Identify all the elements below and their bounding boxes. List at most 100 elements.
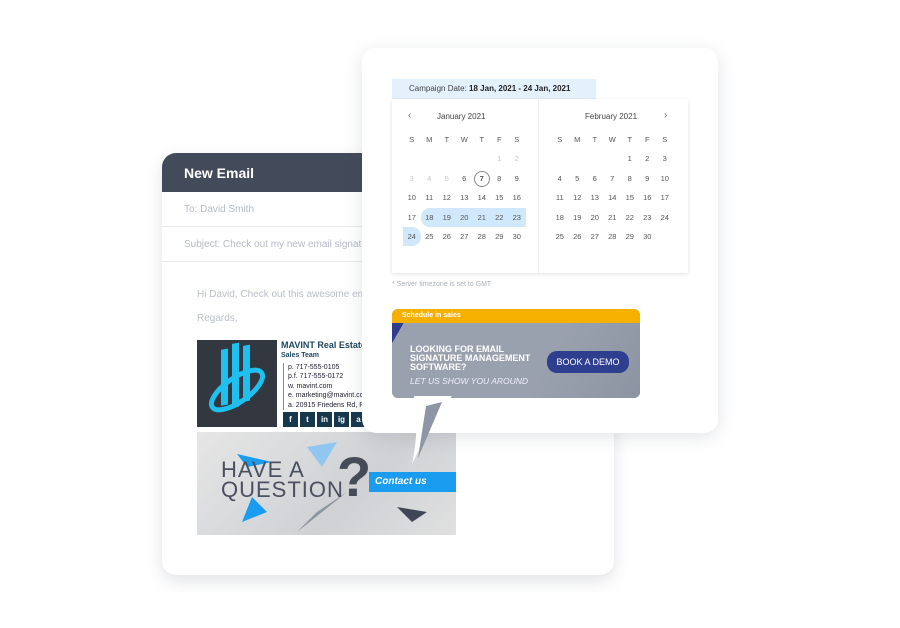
day-cell[interactable]: 3 — [403, 169, 421, 188]
day-cell[interactable]: 3 — [656, 149, 674, 168]
day-cell[interactable]: 9 — [508, 169, 526, 188]
day-cell[interactable]: 18 — [420, 207, 438, 227]
day-cell[interactable]: 21 — [604, 208, 622, 227]
day-cell[interactable]: 10 — [656, 169, 674, 188]
empty-cell — [551, 149, 569, 168]
signature-email[interactable]: e. marketing@mavint.com — [288, 391, 369, 400]
day-cell[interactable]: 25 — [421, 227, 439, 246]
signature-phone: p. 717-555-0105 — [288, 364, 340, 371]
day-cell[interactable]: 7 — [604, 169, 622, 188]
empty-cell — [421, 149, 439, 168]
day-cell[interactable]: 26 — [569, 227, 587, 246]
february-title: February 2021 — [585, 112, 638, 121]
banner-headline: HAVE A QUESTION — [221, 457, 344, 502]
twitter-icon[interactable]: t — [300, 412, 315, 427]
instagram-icon[interactable]: ig — [334, 412, 349, 427]
day-cell[interactable]: 14 — [604, 188, 622, 207]
day-cell[interactable]: 10 — [403, 188, 421, 207]
weekday-label: S — [557, 135, 563, 144]
empty-cell — [569, 149, 587, 168]
january-grid: S M T W T F S 1 2 3 4 5 6 7 8 9 10 11 12 13 14 15 16 17 18 19 20 21… — [403, 130, 526, 247]
day-cell[interactable]: 8 — [621, 169, 639, 188]
day-cell[interactable]: 5 — [569, 169, 587, 188]
day-cell[interactable]: 19 — [569, 208, 587, 227]
day-cell[interactable]: 28 — [604, 227, 622, 246]
day-cell[interactable]: 9 — [639, 169, 657, 188]
day-cell[interactable]: 21 — [473, 207, 491, 227]
day-cell[interactable]: 13 — [456, 188, 474, 207]
weekday-label: T — [627, 135, 633, 144]
day-cell[interactable]: 12 — [438, 188, 456, 207]
day-cell[interactable]: 7 — [473, 169, 491, 188]
empty-cell — [586, 149, 604, 168]
email-greeting: Hi David, Check out this awesome email — [197, 289, 376, 300]
day-cell[interactable]: 25 — [551, 227, 569, 246]
signature-address: a. 20915 Friedens Rd, Po — [288, 401, 368, 409]
weekday-label: W — [460, 135, 468, 144]
day-cell[interactable]: 17 — [403, 208, 421, 227]
next-month-button[interactable]: › — [664, 110, 667, 121]
day-cell[interactable]: 24 — [403, 226, 421, 247]
day-cell[interactable]: 22 — [621, 208, 639, 227]
signature-fax: p.f. 717-555-0172 — [288, 373, 344, 381]
day-cell[interactable]: 6 — [586, 169, 604, 188]
day-cell[interactable]: 28 — [473, 227, 491, 246]
day-cell[interactable]: 6 — [456, 169, 474, 188]
weekday-label: T — [479, 135, 485, 144]
day-cell[interactable]: 8 — [491, 169, 509, 188]
day-cell[interactable]: 2 — [639, 149, 657, 168]
day-cell[interactable]: 13 — [586, 188, 604, 207]
day-cell[interactable]: 16 — [508, 188, 526, 207]
weekday-label: M — [426, 135, 433, 144]
book-demo-button[interactable]: BOOK A DEMO — [547, 351, 629, 373]
contact-us-button[interactable]: Contact us — [369, 472, 456, 492]
day-cell[interactable]: 11 — [551, 188, 569, 207]
schedule-header: Schedule in sales — [392, 309, 640, 323]
timezone-note: * Server timezone is set to GMT — [392, 281, 492, 288]
day-cell[interactable]: 29 — [491, 227, 509, 246]
day-cell[interactable]: 4 — [551, 169, 569, 188]
day-cell[interactable]: 5 — [438, 169, 456, 188]
question-mark: ? — [337, 445, 372, 508]
day-cell[interactable]: 27 — [456, 227, 474, 246]
signature-contacts: p. 717-555-0105 p.f. 717-555-0172 w. mav… — [283, 363, 369, 411]
day-cell[interactable]: 1 — [491, 149, 509, 168]
facebook-icon[interactable]: f — [283, 412, 298, 427]
day-cell[interactable]: 23 — [639, 208, 657, 227]
day-cell[interactable]: 20 — [455, 207, 473, 227]
weekday-label: W — [608, 135, 616, 144]
schedule-banner[interactable]: Schedule in sales LOOKING FOR EMAIL SIGNA… — [392, 309, 640, 398]
day-cell[interactable]: 16 — [639, 188, 657, 207]
empty-cell — [473, 149, 491, 168]
day-cell[interactable]: 17 — [656, 188, 674, 207]
day-cell[interactable]: 26 — [438, 227, 456, 246]
day-cell[interactable]: 15 — [621, 188, 639, 207]
day-cell[interactable]: 4 — [421, 169, 439, 188]
day-cell[interactable]: 22 — [490, 207, 508, 227]
day-cell[interactable]: 12 — [569, 188, 587, 207]
day-cell[interactable]: 11 — [421, 188, 439, 207]
day-cell[interactable]: 27 — [586, 227, 604, 246]
empty-cell — [604, 149, 622, 168]
day-cell[interactable]: 30 — [639, 227, 657, 246]
day-cell[interactable]: 20 — [586, 208, 604, 227]
company-logo — [197, 340, 277, 427]
month-divider — [538, 99, 539, 273]
day-cell[interactable]: 23 — [508, 207, 526, 227]
day-cell[interactable]: 2 — [508, 149, 526, 168]
prev-month-button[interactable]: ‹ — [408, 110, 411, 121]
day-cell[interactable]: 18 — [551, 208, 569, 227]
campaign-date-range[interactable]: Campaign Date: 18 Jan, 2021 - 24 Jan, 20… — [392, 79, 596, 99]
day-cell[interactable]: 15 — [491, 188, 509, 207]
weekday-label: T — [444, 135, 450, 144]
day-cell[interactable]: 19 — [438, 207, 456, 227]
day-cell[interactable]: 1 — [621, 149, 639, 168]
schedule-subtitle: LET US SHOW YOU AROUND — [410, 376, 529, 386]
day-cell[interactable]: 24 — [656, 208, 674, 227]
day-cell[interactable]: 30 — [508, 227, 526, 246]
day-cell[interactable]: 14 — [473, 188, 491, 207]
linkedin-icon[interactable]: in — [317, 412, 332, 427]
day-cell[interactable]: 29 — [621, 227, 639, 246]
signature-website[interactable]: w. mavint.com — [288, 382, 369, 391]
january-title: January 2021 — [437, 112, 486, 121]
